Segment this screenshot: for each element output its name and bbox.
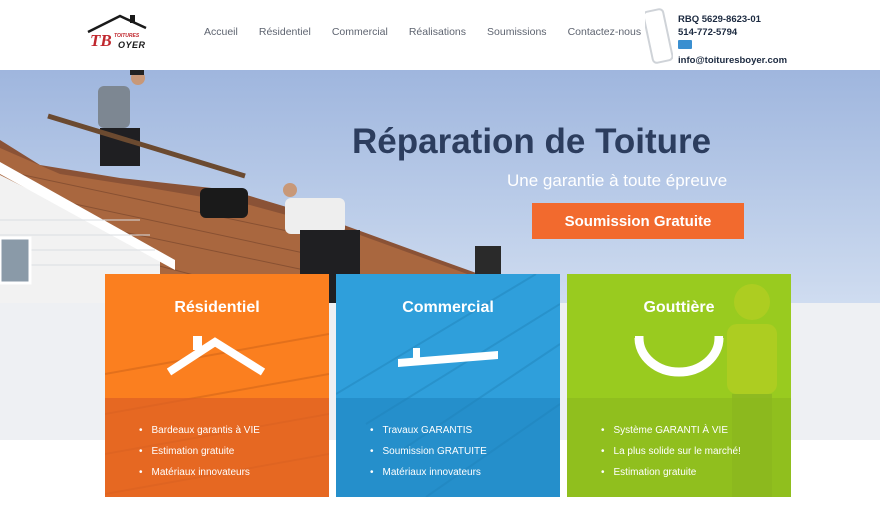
phone-number[interactable]: 514-772-5794 bbox=[678, 27, 787, 40]
house-roof-icon bbox=[167, 336, 266, 376]
gutter-icon bbox=[634, 336, 724, 377]
site-header: TB TOITURES OYER Accueil Résidentiel Com… bbox=[0, 0, 880, 70]
card-title[interactable]: Gouttière bbox=[567, 299, 791, 317]
list-item: La plus solide sur le marché! bbox=[613, 441, 741, 462]
list-item: Estimation gratuite bbox=[151, 441, 260, 462]
free-quote-button[interactable]: Soumission Gratuite bbox=[532, 203, 744, 239]
hero-title: Réparation de Toiture bbox=[352, 122, 712, 161]
feature-list: Bardeaux garantis à VIE Estimation gratu… bbox=[151, 420, 260, 483]
nav-realisations[interactable]: Réalisations bbox=[409, 26, 466, 38]
list-item: Matériaux innovateurs bbox=[151, 462, 260, 483]
list-item: Bardeaux garantis à VIE bbox=[151, 420, 260, 441]
nav-commercial[interactable]: Commercial bbox=[332, 26, 388, 38]
nav-contact[interactable]: Contactez-nous bbox=[568, 26, 642, 38]
rbq-number: RBQ 5629-8623-01 bbox=[678, 14, 761, 25]
card-gouttiere[interactable]: Gouttière Système GARANTI À VIE La plus … bbox=[567, 274, 791, 497]
list-item: Travaux GARANTIS bbox=[382, 420, 487, 441]
hero-roof-photo bbox=[0, 70, 560, 303]
feature-list: Système GARANTI À VIE La plus solide sur… bbox=[613, 420, 741, 483]
feature-list: Travaux GARANTIS Soumission GRATUITE Mat… bbox=[382, 420, 487, 483]
flat-roof-icon bbox=[398, 348, 498, 368]
main-nav: Accueil Résidentiel Commercial Réalisati… bbox=[204, 26, 662, 38]
list-item: Matériaux innovateurs bbox=[382, 462, 487, 483]
email-link[interactable]: info@toituresboyer.com bbox=[678, 55, 787, 68]
list-item: Système GARANTI À VIE bbox=[613, 420, 741, 441]
card-commercial[interactable]: Commercial Travaux GARANTIS Soumission G… bbox=[336, 274, 560, 497]
hero-subtitle: Une garantie à toute épreuve bbox=[507, 171, 728, 190]
contact-lines: RBQ 5629-8623-01 514-772-5794 info@toitu… bbox=[678, 14, 787, 67]
hero-banner: Réparation de Toiture Une garantie à tou… bbox=[0, 70, 880, 303]
page: TB TOITURES OYER Accueil Résidentiel Com… bbox=[0, 0, 880, 520]
mail-icon bbox=[678, 40, 692, 49]
list-item: Soumission GRATUITE bbox=[382, 441, 487, 462]
contact-box: RBQ 5629-8623-01 514-772-5794 info@toitu… bbox=[645, 8, 880, 70]
nav-residentiel[interactable]: Résidentiel bbox=[259, 26, 311, 38]
logo-tagline: TOITURES bbox=[114, 33, 140, 39]
card-title[interactable]: Résidentiel bbox=[105, 299, 329, 317]
logo-monogram: TB bbox=[90, 31, 112, 50]
list-item: Estimation gratuite bbox=[613, 462, 741, 483]
logo-brand: OYER bbox=[118, 40, 146, 50]
nav-accueil[interactable]: Accueil bbox=[204, 26, 238, 38]
card-residentiel[interactable]: Résidentiel Bardeaux garantis à VIE Esti… bbox=[105, 274, 329, 497]
phone-icon bbox=[645, 8, 673, 64]
logo[interactable]: TB TOITURES OYER bbox=[86, 12, 148, 52]
card-title[interactable]: Commercial bbox=[336, 299, 560, 317]
nav-soumissions[interactable]: Soumissions bbox=[487, 26, 547, 38]
